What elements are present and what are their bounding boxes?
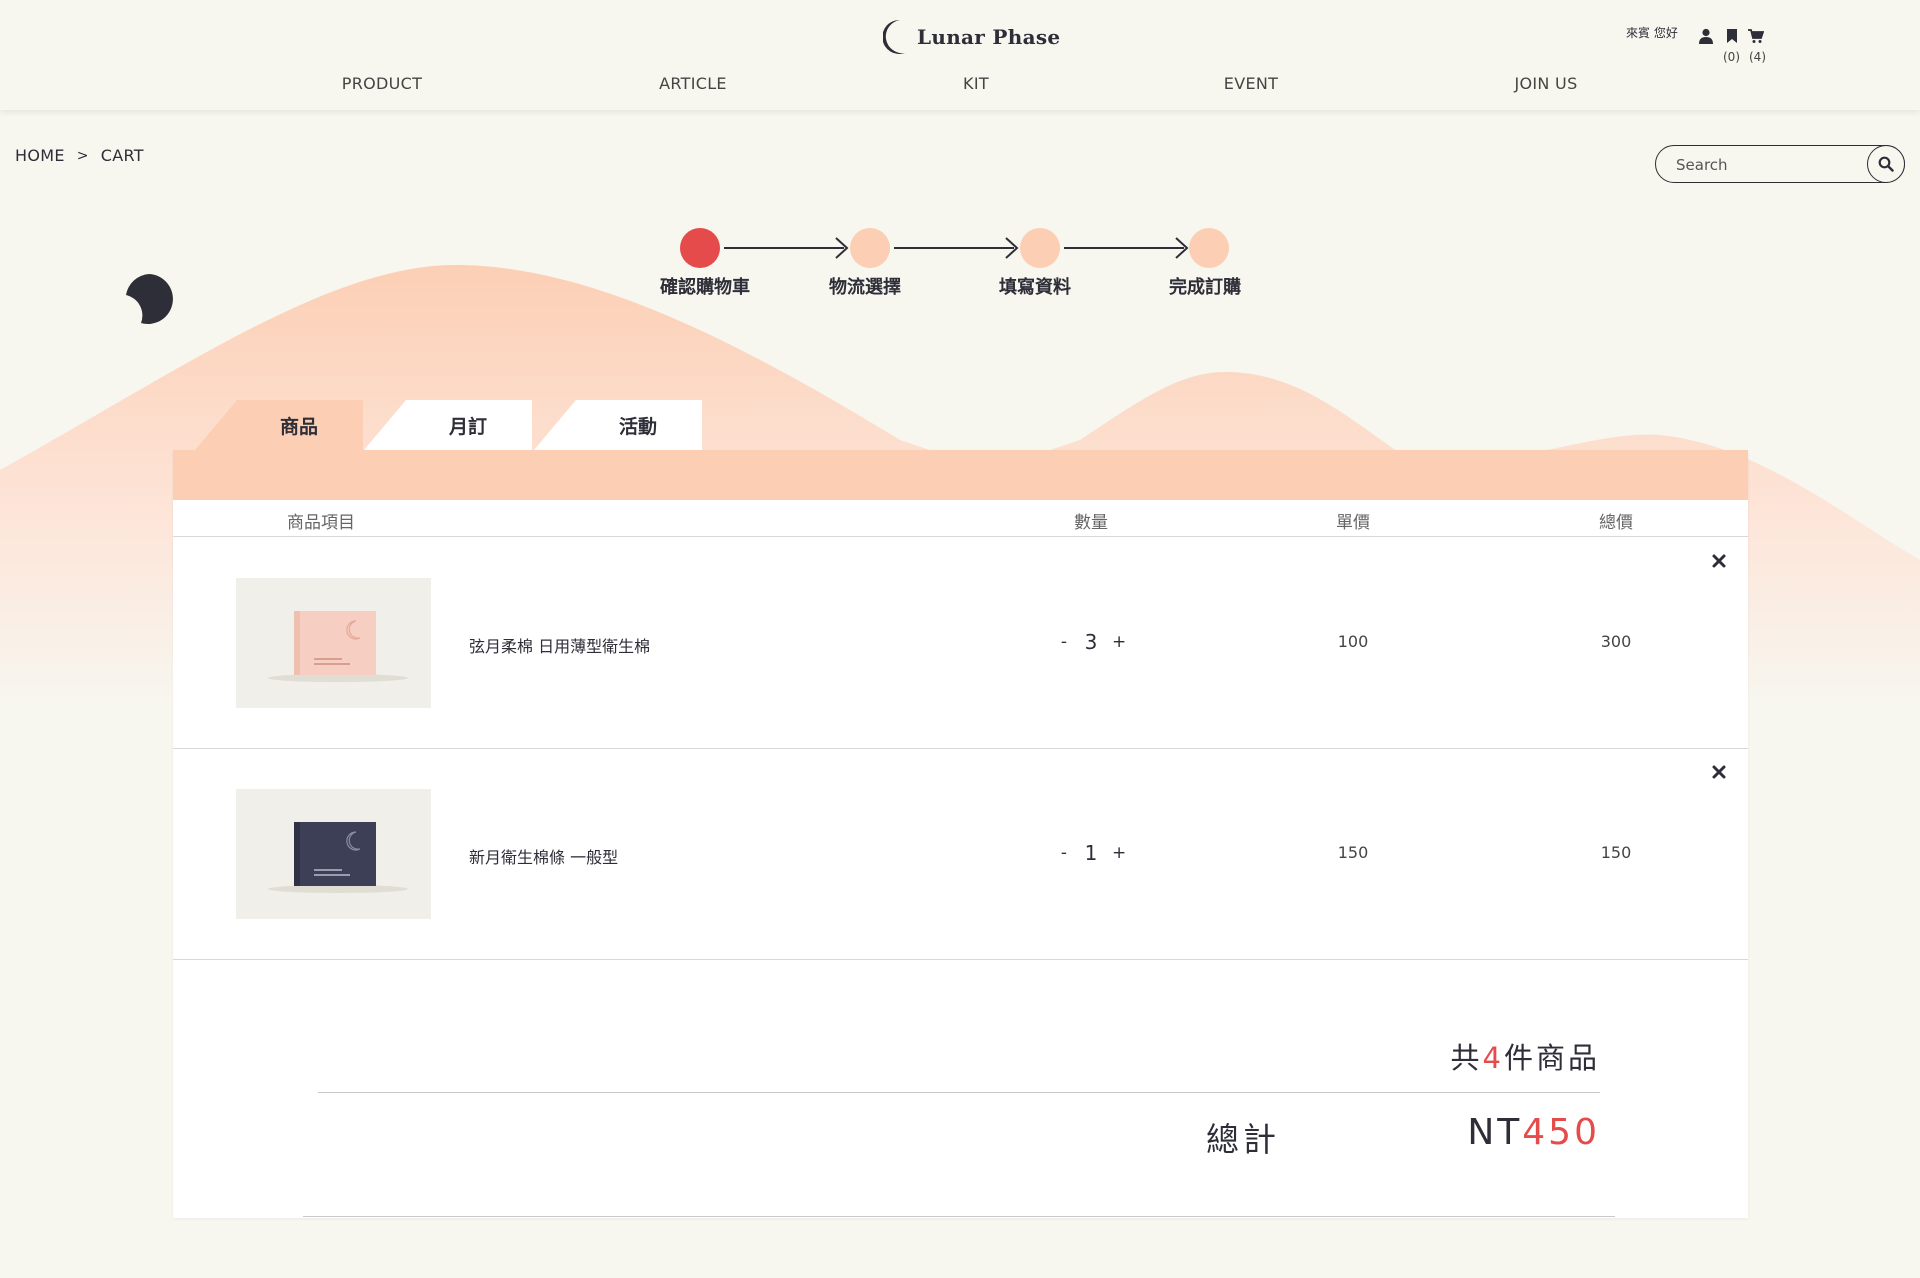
total-label: 總計 (1206, 1120, 1280, 1159)
step-arrow-icon (835, 237, 849, 259)
cart-panel: 商品項目 數量 單價 總價 弦月柔棉 日用薄型衛生棉 - 3 + 100 300… (173, 450, 1748, 1218)
unit-price: 100 (1337, 632, 1369, 651)
step-arrow-icon (1005, 237, 1019, 259)
close-icon[interactable] (1710, 763, 1728, 781)
nav-item-kit[interactable]: KIT (963, 74, 989, 93)
search-button[interactable] (1867, 145, 1905, 183)
checkout-stepper: 確認購物車 物流選擇 填寫資料 完成訂購 (0, 228, 1920, 298)
search-icon (1878, 156, 1894, 172)
step-dot-complete (1189, 228, 1229, 268)
line-total: 150 (1600, 843, 1632, 862)
order-total: NT450 (1467, 1112, 1600, 1153)
step-label-confirm-cart: 確認購物車 (660, 277, 750, 298)
close-icon[interactable] (1710, 552, 1728, 570)
site-header: Lunar Phase PRODUCT ARTICLE KIT EVENT JO… (0, 0, 1920, 110)
breadcrumb-current: CART (100, 146, 144, 165)
step-dot-shipping (850, 228, 890, 268)
nav-item-article[interactable]: ARTICLE (659, 74, 727, 93)
user-icon[interactable] (1698, 28, 1714, 44)
cart-row: 新月衛生棉條 一般型 - 1 + 150 150 (173, 749, 1748, 960)
qty-value: 1 (1084, 841, 1098, 865)
product-image[interactable] (236, 578, 431, 708)
brand-logo[interactable]: Lunar Phase (883, 18, 1060, 56)
cart-count: (4) (1749, 50, 1766, 64)
step-label-shipping: 物流選擇 (829, 277, 901, 298)
breadcrumb-separator: > (76, 147, 89, 164)
count-suffix: 件商品 (1503, 1041, 1600, 1075)
step-dot-confirm-cart (680, 228, 720, 268)
user-area: 來賓 您好 (0) (4) (1622, 22, 1772, 72)
qty-plus-button[interactable]: + (1112, 843, 1126, 863)
item-count: 4 (1482, 1041, 1504, 1075)
qty-plus-button[interactable]: + (1112, 632, 1126, 652)
logo-moon-icon (883, 19, 905, 54)
product-image[interactable] (236, 789, 431, 919)
nav-item-event[interactable]: EVENT (1224, 74, 1278, 93)
col-unit-price: 單價 (1336, 513, 1370, 533)
user-greeting: 來賓 您好 (1626, 26, 1678, 40)
step-label-complete: 完成訂購 (1169, 277, 1241, 298)
item-name[interactable]: 弦月柔棉 日用薄型衛生棉 (469, 633, 650, 657)
col-qty: 數量 (1074, 513, 1108, 533)
search-box (1655, 145, 1905, 183)
count-prefix: 共 (1450, 1041, 1483, 1075)
bookmark-icon[interactable] (1724, 28, 1740, 44)
cart-row: 弦月柔棉 日用薄型衛生棉 - 3 + 100 300 (173, 538, 1748, 749)
main-nav: PRODUCT ARTICLE KIT EVENT JOIN US (0, 74, 1920, 98)
item-count-summary: 共4件商品 (1451, 1035, 1600, 1077)
col-item: 商品項目 (287, 513, 355, 533)
step-connector (1064, 247, 1184, 249)
step-dot-fill-info (1020, 228, 1060, 268)
divider (318, 1092, 1600, 1093)
quantity-stepper: - 1 + (1058, 841, 1126, 865)
quantity-stepper: - 3 + (1058, 630, 1126, 654)
brand-name: Lunar Phase (917, 25, 1061, 49)
breadcrumb: HOME > CART (15, 146, 144, 165)
step-connector (724, 247, 844, 249)
cart-panel-band (173, 450, 1748, 500)
total-amount: 450 (1522, 1112, 1600, 1153)
col-total: 總價 (1599, 513, 1633, 533)
cart-icon[interactable] (1748, 28, 1764, 44)
unit-price: 150 (1337, 843, 1369, 862)
qty-value: 3 (1084, 630, 1098, 654)
cart-column-header: 商品項目 數量 單價 總價 (173, 500, 1748, 537)
currency: NT (1467, 1112, 1523, 1153)
qty-minus-button[interactable]: - (1058, 632, 1070, 652)
nav-item-product[interactable]: PRODUCT (342, 74, 422, 93)
step-arrow-icon (1175, 237, 1189, 259)
divider (303, 1216, 1615, 1217)
qty-minus-button[interactable]: - (1058, 843, 1070, 863)
breadcrumb-home[interactable]: HOME (15, 146, 65, 165)
step-label-fill-info: 填寫資料 (999, 277, 1071, 298)
search-input[interactable] (1676, 154, 1856, 176)
item-name[interactable]: 新月衛生棉條 一般型 (469, 844, 618, 868)
step-connector (894, 247, 1014, 249)
nav-item-join-us[interactable]: JOIN US (1514, 74, 1577, 93)
line-total: 300 (1600, 632, 1632, 651)
bookmark-count: (0) (1723, 50, 1740, 64)
